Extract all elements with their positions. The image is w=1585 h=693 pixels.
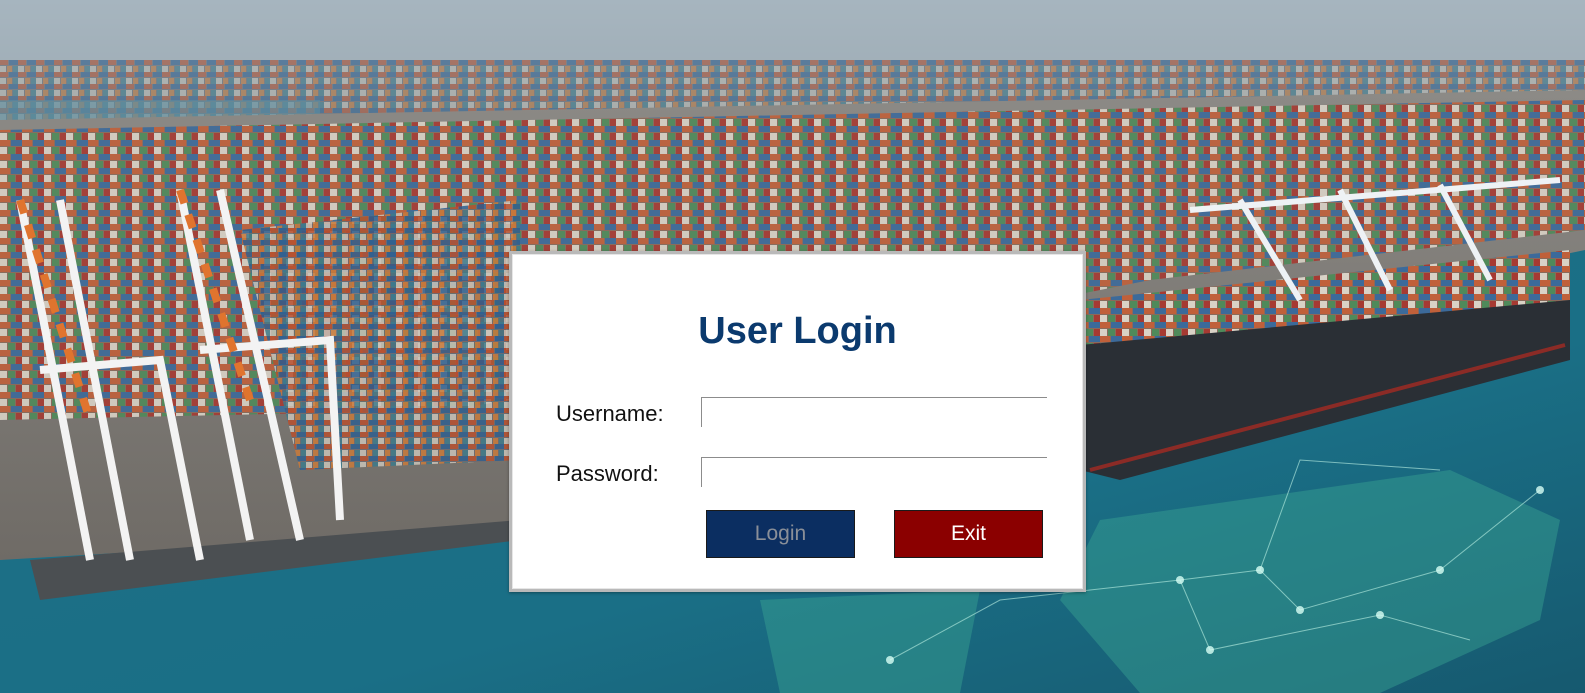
username-input[interactable]: [701, 397, 1047, 427]
login-title: User Login: [698, 310, 897, 352]
password-input[interactable]: [701, 457, 1047, 487]
login-dialog: User Login Username: Password: Login Exi…: [509, 251, 1086, 592]
exit-button[interactable]: Exit: [894, 510, 1043, 558]
username-label: Username:: [556, 401, 664, 426]
login-button[interactable]: Login: [706, 510, 855, 558]
password-label: Password:: [556, 461, 659, 486]
